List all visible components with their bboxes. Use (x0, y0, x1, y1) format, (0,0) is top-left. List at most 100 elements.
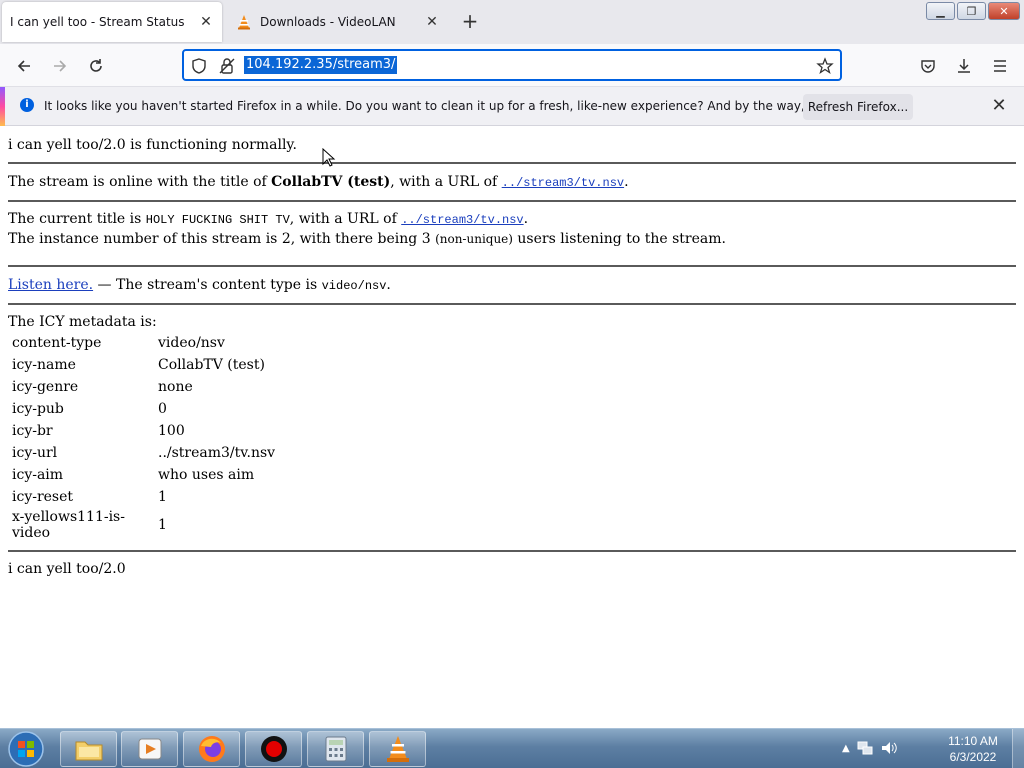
tab-downloads-videolan[interactable]: Downloads - VideoLAN ✕ (226, 2, 448, 42)
table-row: icy-reset 1 (10, 486, 277, 508)
pocket-button[interactable] (914, 52, 942, 80)
chevron-up-icon[interactable]: ▲ (842, 739, 850, 759)
tab-title: Downloads - VideoLAN (260, 15, 396, 29)
table-row: content-type video/nsv (10, 332, 277, 354)
refresh-firefox-button[interactable]: Refresh Firefox... (803, 94, 913, 120)
table-row: icy-name CollabTV (test) (10, 354, 277, 376)
clock-date: 6/3/2022 (949, 750, 997, 764)
taskbar: ▲ 11:10 AM 6/3/2022 (0, 728, 1024, 768)
content-type: video/nsv (321, 279, 387, 293)
icy-key: icy-genre (12, 379, 79, 395)
maximize-button[interactable]: ❐ (957, 2, 986, 20)
tab-title: I can yell too - Stream Status (10, 15, 185, 29)
stream-online-line: The stream is online with the title of C… (8, 174, 629, 190)
notification-bar: i It looks like you haven't started Fire… (0, 86, 1024, 126)
download-icon (958, 59, 970, 73)
insecure-lock-icon[interactable] (218, 57, 236, 75)
pocket-icon (921, 60, 935, 73)
mouse-cursor-icon (322, 148, 336, 167)
window-close-button[interactable]: ✕ (988, 2, 1020, 20)
icy-key: icy-pub (12, 401, 64, 417)
current-title-line: The current title is HOLY FUCKING SHIT T… (8, 211, 529, 227)
table-row: x-yellows111-is-video 1 (10, 508, 277, 542)
reload-button[interactable] (82, 52, 110, 80)
icy-key: icy-reset (12, 489, 74, 505)
reload-icon (90, 59, 102, 72)
instance-line: The instance number of this stream is 2,… (8, 231, 726, 247)
tab-bar: I can yell too - Stream Status ✕ Downloa… (0, 0, 1024, 44)
downloads-button[interactable] (950, 52, 978, 80)
clock-time: 11:10 AM (948, 734, 998, 748)
icy-value: CollabTV (test) (158, 357, 265, 373)
vlc-cone-icon (386, 736, 409, 762)
icy-key: icy-br (12, 423, 53, 439)
shield-icon[interactable] (190, 57, 208, 75)
back-button[interactable] (10, 52, 38, 80)
url-bar[interactable]: 104.192.2.35/stream3/ (182, 49, 842, 81)
listen-here-link[interactable]: Listen here. (8, 277, 93, 293)
icy-value: 0 (158, 401, 167, 417)
vlc-cone-icon (238, 15, 250, 30)
taskbar-vlc[interactable] (369, 731, 426, 767)
close-icon[interactable]: ✕ (198, 14, 214, 30)
forward-arrow-icon (54, 60, 67, 72)
tab-stream-status[interactable]: I can yell too - Stream Status ✕ (2, 2, 222, 42)
new-tab-button[interactable]: + (458, 10, 482, 34)
bookmark-star-icon[interactable] (816, 57, 834, 75)
taskbar-explorer[interactable] (60, 731, 117, 767)
back-arrow-icon (17, 60, 30, 72)
nav-bar: 104.192.2.35/stream3/ (0, 44, 1024, 86)
footer-line: i can yell too/2.0 (8, 561, 126, 577)
table-row: icy-genre none (10, 376, 277, 398)
close-icon[interactable]: ✕ (424, 14, 440, 30)
table-row: icy-url ../stream3/tv.nsv (10, 442, 277, 464)
page-content: i can yell too/2.0 is functioning normal… (8, 126, 1016, 579)
taskbar-firefox[interactable] (183, 731, 240, 767)
show-desktop-button[interactable] (1012, 729, 1024, 768)
firefox-icon (198, 736, 225, 762)
forward-button[interactable] (46, 52, 74, 80)
icy-key: content-type (12, 335, 102, 351)
icy-key: icy-name (12, 357, 76, 373)
taskbar-recorder[interactable] (245, 731, 302, 767)
network-icon[interactable] (856, 739, 874, 757)
status-line: i can yell too/2.0 is functioning normal… (8, 137, 297, 153)
stream-title: CollabTV (test) (271, 174, 391, 190)
table-row: icy-br 100 (10, 420, 277, 442)
taskbar-media-player[interactable] (121, 731, 178, 767)
current-title: HOLY FUCKING SHIT TV (145, 213, 290, 227)
url-text[interactable]: 104.192.2.35/stream3/ (244, 56, 398, 74)
icy-value: video/nsv (158, 335, 225, 351)
clock[interactable]: 11:10 AM 6/3/2022 (930, 733, 1016, 765)
record-icon (260, 736, 287, 762)
icy-value: 1 (158, 517, 167, 533)
notification-message: It looks like you haven't started Firefo… (44, 99, 900, 113)
menu-button[interactable] (986, 52, 1014, 80)
icy-value: 100 (158, 423, 185, 439)
close-icon[interactable]: ✕ (990, 97, 1008, 115)
icy-value: who uses aim (158, 467, 255, 483)
calculator-icon (325, 736, 346, 762)
minimize-button[interactable]: ▁ (926, 2, 955, 20)
icy-value: none (158, 379, 193, 395)
windows-start-icon[interactable] (4, 730, 50, 768)
icy-value: 1 (158, 489, 167, 505)
info-icon: i (20, 98, 34, 112)
table-row: icy-pub 0 (10, 398, 277, 420)
listen-line: Listen here. — The stream's content type… (8, 277, 391, 293)
icy-key: icy-aim (12, 467, 64, 483)
notification-accent (0, 87, 5, 126)
system-tray: ▲ (842, 739, 898, 759)
icy-heading: The ICY metadata is: (8, 314, 157, 330)
stream-url-link[interactable]: ../stream3/tv.nsv (502, 176, 624, 190)
icy-key: icy-url (12, 445, 58, 461)
table-row: icy-aim who uses aim (10, 464, 277, 486)
icy-value: ../stream3/tv.nsv (158, 445, 276, 461)
folder-icon (75, 741, 102, 761)
media-player-icon (138, 738, 161, 760)
volume-icon[interactable] (880, 739, 898, 757)
icy-key: x-yellows111-is-video (12, 509, 125, 541)
taskbar-calculator[interactable] (307, 731, 364, 767)
current-url-link[interactable]: ../stream3/tv.nsv (401, 213, 523, 227)
icy-metadata-table: content-type video/nsv icy-name CollabTV (t… (10, 332, 277, 542)
